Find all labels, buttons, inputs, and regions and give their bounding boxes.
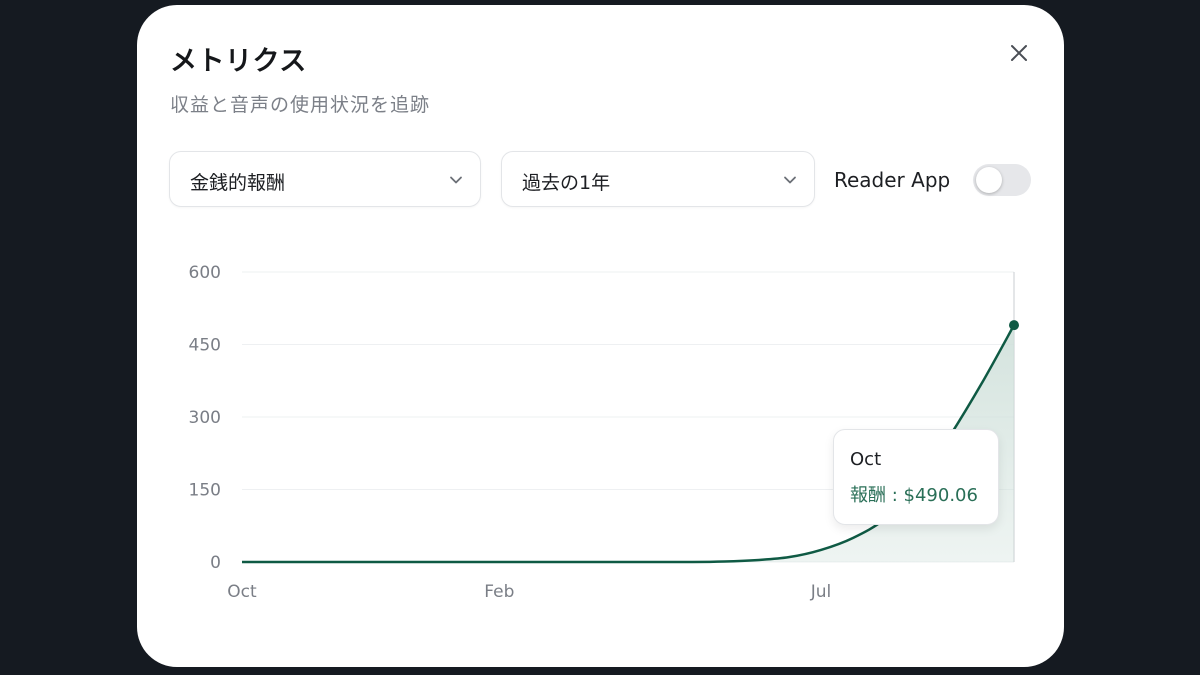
chart-tooltip: Oct 報酬 : $490.06 (833, 429, 999, 525)
x-tick-label: Feb (484, 582, 514, 602)
y-tick-label: 450 (189, 336, 221, 356)
metrics-modal: メトリクス 収益と音声の使用状況を追跡 金銭的報酬 過去の1年 Reader A… (137, 5, 1064, 667)
y-tick-label: 600 (189, 263, 221, 283)
x-tick-label: Jul (810, 582, 832, 602)
data-point-marker (1009, 320, 1019, 331)
tooltip-value: 報酬 : $490.06 (850, 485, 978, 506)
x-tick-label: Oct (227, 582, 257, 602)
tooltip-title: Oct (850, 449, 882, 470)
y-tick-label: 150 (189, 481, 221, 501)
earnings-chart: 0 150 300 450 600 Oct Feb Jul (189, 263, 1019, 602)
y-tick-label: 300 (189, 408, 221, 428)
y-tick-label: 0 (210, 553, 221, 573)
